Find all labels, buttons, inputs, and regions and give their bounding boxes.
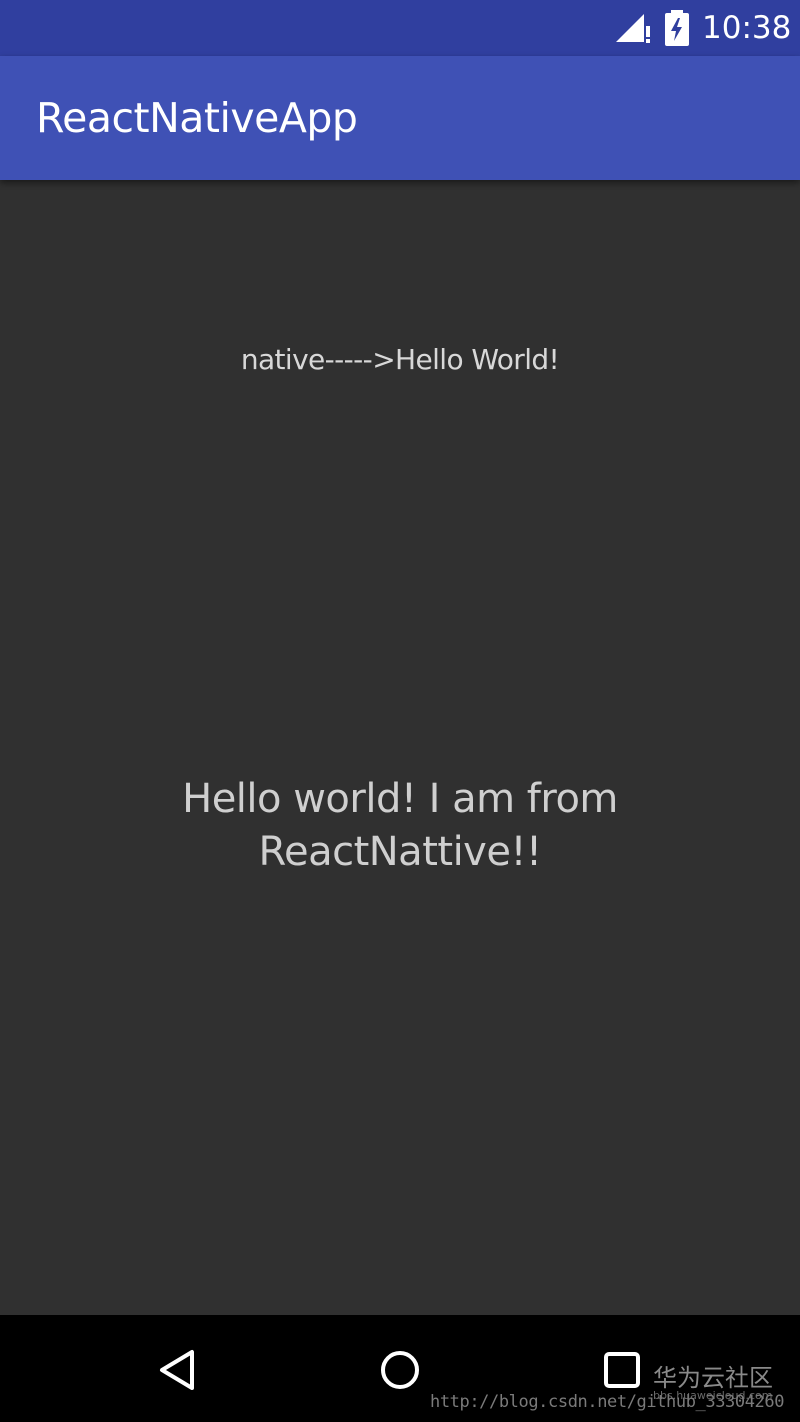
status-clock: 10:38 [702, 10, 792, 46]
home-circle-icon [381, 1351, 419, 1389]
back-button[interactable] [143, 1335, 213, 1405]
phone-screen: 10:38 ReactNativeApp native----->Hello W… [0, 0, 800, 1422]
recents-square-icon [604, 1352, 640, 1388]
main-content: native----->Hello World! Hello world! I … [0, 180, 800, 1315]
native-hello-text: native----->Hello World! [240, 343, 560, 376]
home-button[interactable] [365, 1335, 435, 1405]
cell-signal-icon [616, 14, 650, 43]
battery-charging-icon [665, 10, 689, 46]
app-title: ReactNativeApp [36, 94, 358, 142]
watermark-brand: 华为云社区 [653, 1364, 773, 1392]
app-bar: ReactNativeApp [0, 56, 800, 180]
react-native-hello-text: Hello world! I am from ReactNattive!! [182, 776, 618, 875]
back-triangle-icon [160, 1350, 194, 1390]
watermark-blog-url: http://blog.csdn.net/github_33304260 [430, 1392, 785, 1412]
status-bar: 10:38 [0, 0, 800, 56]
